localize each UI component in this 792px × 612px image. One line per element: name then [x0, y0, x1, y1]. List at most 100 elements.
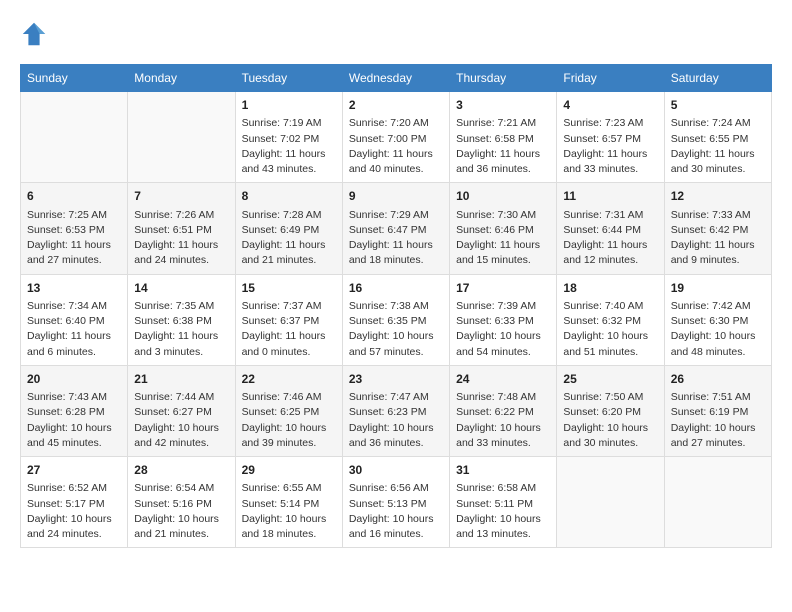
cell-sunrise: Sunrise: 7:24 AM — [671, 116, 765, 131]
cell-sunset: Sunset: 6:44 PM — [563, 223, 657, 238]
cell-day-number: 12 — [671, 188, 765, 205]
cell-daylight: Daylight: 11 hours and 12 minutes. — [563, 238, 657, 268]
cell-sunrise: Sunrise: 7:37 AM — [242, 299, 336, 314]
calendar-cell: 5 Sunrise: 7:24 AM Sunset: 6:55 PM Dayli… — [664, 92, 771, 183]
header-tuesday: Tuesday — [235, 65, 342, 92]
cell-sunset: Sunset: 6:49 PM — [242, 223, 336, 238]
cell-sunset: Sunset: 6:37 PM — [242, 314, 336, 329]
calendar-cell — [128, 92, 235, 183]
cell-day-number: 8 — [242, 188, 336, 205]
cell-day-number: 29 — [242, 462, 336, 479]
cell-sunset: Sunset: 6:23 PM — [349, 405, 443, 420]
calendar-cell: 25 Sunrise: 7:50 AM Sunset: 6:20 PM Dayl… — [557, 365, 664, 456]
cell-sunrise: Sunrise: 7:34 AM — [27, 299, 121, 314]
cell-sunrise: Sunrise: 7:20 AM — [349, 116, 443, 131]
cell-day-number: 3 — [456, 97, 550, 114]
cell-sunrise: Sunrise: 7:46 AM — [242, 390, 336, 405]
calendar-cell: 14 Sunrise: 7:35 AM Sunset: 6:38 PM Dayl… — [128, 274, 235, 365]
cell-day-number: 19 — [671, 280, 765, 297]
cell-day-number: 15 — [242, 280, 336, 297]
cell-daylight: Daylight: 11 hours and 30 minutes. — [671, 147, 765, 177]
header-monday: Monday — [128, 65, 235, 92]
cell-day-number: 18 — [563, 280, 657, 297]
cell-sunset: Sunset: 5:17 PM — [27, 497, 121, 512]
calendar-cell: 2 Sunrise: 7:20 AM Sunset: 7:00 PM Dayli… — [342, 92, 449, 183]
calendar-header-row: SundayMondayTuesdayWednesdayThursdayFrid… — [21, 65, 772, 92]
calendar-cell: 6 Sunrise: 7:25 AM Sunset: 6:53 PM Dayli… — [21, 183, 128, 274]
calendar-week-row: 27 Sunrise: 6:52 AM Sunset: 5:17 PM Dayl… — [21, 457, 772, 548]
cell-daylight: Daylight: 10 hours and 33 minutes. — [456, 421, 550, 451]
calendar-cell: 12 Sunrise: 7:33 AM Sunset: 6:42 PM Dayl… — [664, 183, 771, 274]
cell-daylight: Daylight: 10 hours and 16 minutes. — [349, 512, 443, 542]
cell-day-number: 6 — [27, 188, 121, 205]
cell-sunset: Sunset: 6:19 PM — [671, 405, 765, 420]
calendar-cell: 4 Sunrise: 7:23 AM Sunset: 6:57 PM Dayli… — [557, 92, 664, 183]
calendar-cell: 20 Sunrise: 7:43 AM Sunset: 6:28 PM Dayl… — [21, 365, 128, 456]
cell-sunrise: Sunrise: 6:55 AM — [242, 481, 336, 496]
cell-sunrise: Sunrise: 6:54 AM — [134, 481, 228, 496]
cell-day-number: 21 — [134, 371, 228, 388]
cell-day-number: 9 — [349, 188, 443, 205]
cell-sunset: Sunset: 6:30 PM — [671, 314, 765, 329]
cell-daylight: Daylight: 10 hours and 51 minutes. — [563, 329, 657, 359]
cell-sunset: Sunset: 6:32 PM — [563, 314, 657, 329]
calendar-cell: 11 Sunrise: 7:31 AM Sunset: 6:44 PM Dayl… — [557, 183, 664, 274]
calendar-week-row: 20 Sunrise: 7:43 AM Sunset: 6:28 PM Dayl… — [21, 365, 772, 456]
calendar-cell: 21 Sunrise: 7:44 AM Sunset: 6:27 PM Dayl… — [128, 365, 235, 456]
header-wednesday: Wednesday — [342, 65, 449, 92]
calendar-cell: 26 Sunrise: 7:51 AM Sunset: 6:19 PM Dayl… — [664, 365, 771, 456]
cell-sunset: Sunset: 7:00 PM — [349, 132, 443, 147]
cell-sunset: Sunset: 6:51 PM — [134, 223, 228, 238]
cell-sunrise: Sunrise: 7:48 AM — [456, 390, 550, 405]
cell-sunrise: Sunrise: 7:51 AM — [671, 390, 765, 405]
cell-day-number: 16 — [349, 280, 443, 297]
cell-daylight: Daylight: 11 hours and 18 minutes. — [349, 238, 443, 268]
calendar-week-row: 1 Sunrise: 7:19 AM Sunset: 7:02 PM Dayli… — [21, 92, 772, 183]
cell-sunrise: Sunrise: 7:30 AM — [456, 208, 550, 223]
cell-daylight: Daylight: 11 hours and 24 minutes. — [134, 238, 228, 268]
cell-sunset: Sunset: 6:38 PM — [134, 314, 228, 329]
cell-sunset: Sunset: 6:53 PM — [27, 223, 121, 238]
calendar-cell: 18 Sunrise: 7:40 AM Sunset: 6:32 PM Dayl… — [557, 274, 664, 365]
cell-daylight: Daylight: 10 hours and 18 minutes. — [242, 512, 336, 542]
calendar-cell: 3 Sunrise: 7:21 AM Sunset: 6:58 PM Dayli… — [450, 92, 557, 183]
cell-sunset: Sunset: 6:42 PM — [671, 223, 765, 238]
cell-sunset: Sunset: 6:28 PM — [27, 405, 121, 420]
cell-daylight: Daylight: 10 hours and 48 minutes. — [671, 329, 765, 359]
cell-daylight: Daylight: 11 hours and 3 minutes. — [134, 329, 228, 359]
cell-day-number: 2 — [349, 97, 443, 114]
calendar-cell: 8 Sunrise: 7:28 AM Sunset: 6:49 PM Dayli… — [235, 183, 342, 274]
cell-sunrise: Sunrise: 7:21 AM — [456, 116, 550, 131]
cell-day-number: 17 — [456, 280, 550, 297]
header-sunday: Sunday — [21, 65, 128, 92]
cell-day-number: 22 — [242, 371, 336, 388]
calendar-cell: 7 Sunrise: 7:26 AM Sunset: 6:51 PM Dayli… — [128, 183, 235, 274]
header-saturday: Saturday — [664, 65, 771, 92]
cell-sunrise: Sunrise: 6:56 AM — [349, 481, 443, 496]
cell-daylight: Daylight: 11 hours and 36 minutes. — [456, 147, 550, 177]
cell-sunrise: Sunrise: 7:38 AM — [349, 299, 443, 314]
calendar-cell: 17 Sunrise: 7:39 AM Sunset: 6:33 PM Dayl… — [450, 274, 557, 365]
calendar-cell: 19 Sunrise: 7:42 AM Sunset: 6:30 PM Dayl… — [664, 274, 771, 365]
cell-daylight: Daylight: 11 hours and 33 minutes. — [563, 147, 657, 177]
cell-sunset: Sunset: 6:58 PM — [456, 132, 550, 147]
cell-sunset: Sunset: 6:40 PM — [27, 314, 121, 329]
cell-day-number: 5 — [671, 97, 765, 114]
cell-sunrise: Sunrise: 7:42 AM — [671, 299, 765, 314]
cell-day-number: 1 — [242, 97, 336, 114]
cell-sunrise: Sunrise: 7:40 AM — [563, 299, 657, 314]
header-friday: Friday — [557, 65, 664, 92]
cell-sunset: Sunset: 6:27 PM — [134, 405, 228, 420]
cell-day-number: 10 — [456, 188, 550, 205]
cell-sunrise: Sunrise: 7:29 AM — [349, 208, 443, 223]
cell-sunset: Sunset: 6:25 PM — [242, 405, 336, 420]
cell-daylight: Daylight: 10 hours and 54 minutes. — [456, 329, 550, 359]
cell-sunset: Sunset: 6:47 PM — [349, 223, 443, 238]
cell-sunrise: Sunrise: 6:58 AM — [456, 481, 550, 496]
cell-day-number: 30 — [349, 462, 443, 479]
cell-day-number: 14 — [134, 280, 228, 297]
calendar-table: SundayMondayTuesdayWednesdayThursdayFrid… — [20, 64, 772, 548]
cell-sunset: Sunset: 6:55 PM — [671, 132, 765, 147]
cell-daylight: Daylight: 11 hours and 40 minutes. — [349, 147, 443, 177]
cell-sunset: Sunset: 5:11 PM — [456, 497, 550, 512]
